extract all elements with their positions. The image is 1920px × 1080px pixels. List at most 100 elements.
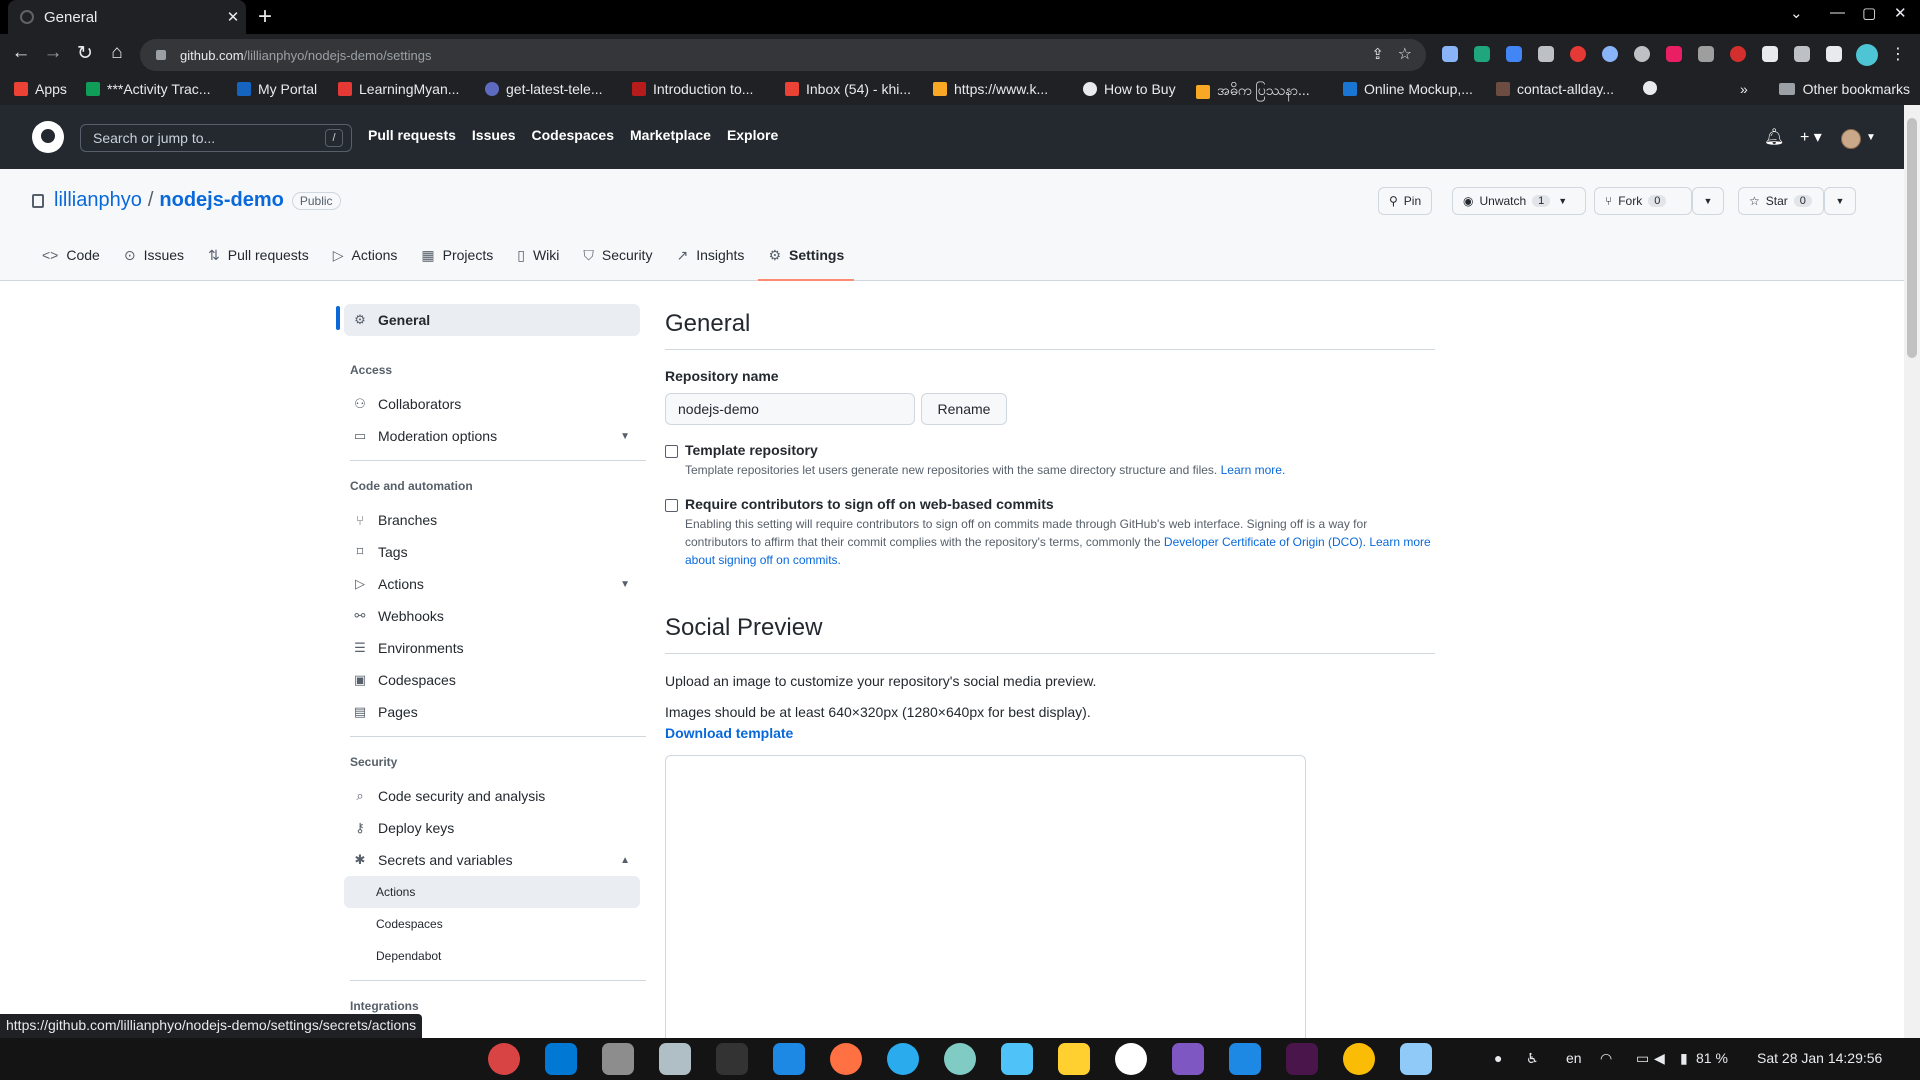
reading-list-icon[interactable] (1794, 46, 1810, 62)
clickup-icon[interactable] (1115, 1043, 1147, 1075)
slack-icon[interactable] (1286, 1043, 1318, 1075)
repo-owner-link[interactable]: lillianphyo (54, 189, 142, 212)
fork-dropdown-button[interactable]: ▼ (1692, 187, 1724, 215)
pin-button[interactable]: ⚲ Pin (1378, 187, 1433, 215)
sidebar-item-deploy-keys[interactable]: ⚷ Deploy keys (344, 812, 640, 844)
screen-recorder-icon[interactable] (488, 1043, 520, 1075)
sidebar-item-moderation[interactable]: ▭ Moderation options ▼ (344, 420, 640, 452)
extension-icon[interactable] (1474, 46, 1490, 62)
social-preview-image-box[interactable] (665, 755, 1306, 1055)
bookmark-item[interactable]: LearningMyan... (338, 81, 459, 97)
vpn-icon[interactable]: ▭ (1636, 1050, 1649, 1067)
bookmark-star-icon[interactable]: ☆ (1398, 44, 1412, 64)
extension-icon[interactable] (1666, 46, 1682, 62)
bookmark-item[interactable]: ***Activity Trac... (86, 81, 210, 97)
accessibility-icon[interactable]: ♿︎ (1526, 1050, 1539, 1067)
vscode-icon[interactable] (545, 1043, 577, 1075)
app-icon[interactable] (944, 1043, 976, 1075)
sidebar-item-general[interactable]: ⚙ General (344, 304, 640, 336)
pycharm-icon[interactable] (1229, 1043, 1261, 1075)
unwatch-button[interactable]: ◉ Unwatch 1 ▼ (1452, 187, 1586, 215)
clock[interactable]: Sat 28 Jan 14:29:56 (1757, 1050, 1882, 1066)
files-icon[interactable] (602, 1043, 634, 1075)
bookmark-item[interactable]: Introduction to... (632, 81, 753, 97)
bookmark-item[interactable]: Online Mockup,... (1343, 81, 1473, 97)
side-panel-icon[interactable] (1826, 46, 1842, 62)
github-logo-icon[interactable] (32, 121, 64, 153)
bookmark-item[interactable]: get-latest-tele... (485, 81, 603, 97)
minimize-icon[interactable]: — (1830, 4, 1845, 21)
nav-issues[interactable]: Issues (472, 127, 516, 143)
puzzle-extensions-icon[interactable] (1762, 46, 1778, 62)
star-button[interactable]: ☆ Star 0 (1738, 187, 1824, 215)
repo-name-link[interactable]: nodejs-demo (159, 189, 283, 212)
learn-more-signoff-link[interactable]: Learn more (1369, 535, 1430, 549)
translate-icon[interactable] (1506, 46, 1522, 62)
reload-icon[interactable]: ↻ (72, 42, 98, 65)
star-dropdown-button[interactable]: ▼ (1824, 187, 1856, 215)
tab-security[interactable]: ⛉ Security (573, 229, 662, 281)
extension-icon[interactable] (1634, 46, 1650, 62)
text-editor-icon[interactable] (1400, 1043, 1432, 1075)
browser-tab[interactable]: General ✕ (8, 0, 246, 34)
learn-more-link[interactable]: Learn more. (1221, 463, 1286, 477)
user-avatar[interactable] (1841, 129, 1861, 149)
address-bar[interactable]: github.com/lillianphyo/nodejs-demo/setti… (140, 39, 1426, 71)
firefox-icon[interactable] (830, 1043, 862, 1075)
tab-pull-requests[interactable]: ⇅ Pull requests (198, 229, 319, 281)
bookmark-item[interactable]: contact-allday... (1496, 81, 1614, 97)
docs-reader-icon[interactable] (659, 1043, 691, 1075)
signoff-docs-link[interactable]: about signing off on commits. (685, 551, 1433, 569)
repo-name-input[interactable] (665, 393, 915, 425)
sidebar-subitem-secrets-dependabot[interactable]: Dependabot (344, 940, 640, 972)
wifi-icon[interactable]: ◠ (1600, 1050, 1612, 1067)
tab-projects[interactable]: ▦ Projects (411, 229, 503, 281)
sidebar-item-secrets-variables[interactable]: ✱ Secrets and variables ▲ (344, 844, 640, 876)
chevron-down-icon[interactable]: ▼ (1866, 132, 1876, 143)
nav-marketplace[interactable]: Marketplace (630, 127, 711, 143)
nav-explore[interactable]: Explore (727, 127, 778, 143)
keyboard-layout[interactable]: en (1566, 1050, 1582, 1066)
fork-button[interactable]: ⑂ Fork 0 (1594, 187, 1692, 215)
template-repo-label[interactable]: Template repository (685, 442, 818, 458)
tab-settings[interactable]: ⚙ Settings (758, 229, 855, 281)
close-window-icon[interactable]: ✕ (1894, 4, 1907, 22)
page-scrollbar-thumb[interactable] (1907, 118, 1917, 358)
bookmarks-overflow-button[interactable]: » (1740, 81, 1748, 97)
bookmark-item[interactable]: How to Buy (1083, 81, 1176, 97)
bookmark-item[interactable]: https://www.k... (933, 81, 1048, 97)
tab-actions[interactable]: ▷ Actions (323, 229, 408, 281)
download-template-link[interactable]: Download template (665, 725, 793, 741)
bookmark-item[interactable]: Inbox (54) - khi... (785, 81, 911, 97)
notifications-bell-icon[interactable]: 🔔︎ (1764, 127, 1784, 147)
rename-button[interactable]: Rename (921, 393, 1007, 425)
tab-issues[interactable]: ⊙ Issues (114, 229, 194, 281)
sidebar-subitem-secrets-codespaces[interactable]: Codespaces (344, 908, 640, 940)
template-repo-checkbox[interactable] (665, 445, 678, 458)
notification-icon[interactable]: ● (1494, 1050, 1502, 1066)
profile-avatar[interactable] (1856, 44, 1878, 66)
signoff-checkbox[interactable] (665, 499, 678, 512)
share-icon[interactable]: ⇪ (1371, 45, 1384, 63)
bookmark-apps[interactable]: Apps (14, 81, 67, 97)
extension-icon[interactable] (1442, 46, 1458, 62)
sidebar-item-codespaces[interactable]: ▣ Codespaces (344, 664, 640, 696)
chrome-icon[interactable] (1343, 1043, 1375, 1075)
create-new-icon[interactable]: + ▾ (1800, 127, 1822, 147)
sidebar-item-pages[interactable]: ▤ Pages (344, 696, 640, 728)
signoff-label[interactable]: Require contributors to sign off on web-… (685, 496, 1054, 512)
search-input[interactable] (80, 124, 352, 152)
adblock-icon[interactable] (1570, 46, 1586, 62)
sidebar-item-branches[interactable]: ⑂ Branches (344, 504, 640, 536)
miro-icon[interactable] (1058, 1043, 1090, 1075)
volume-icon[interactable]: ◀︎ (1654, 1050, 1665, 1067)
bookmark-item[interactable] (1643, 81, 1657, 95)
extension-icon[interactable] (1538, 46, 1554, 62)
sidebar-item-webhooks[interactable]: ⚯ Webhooks (344, 600, 640, 632)
sidebar-item-code-security[interactable]: ⌕ Code security and analysis (344, 780, 640, 812)
telegram-icon[interactable] (887, 1043, 919, 1075)
sidebar-subitem-secrets-actions[interactable]: Actions (344, 876, 640, 908)
close-tab-icon[interactable]: ✕ (220, 8, 246, 26)
forward-icon[interactable]: → (40, 42, 66, 64)
screenshot-icon[interactable] (1001, 1043, 1033, 1075)
